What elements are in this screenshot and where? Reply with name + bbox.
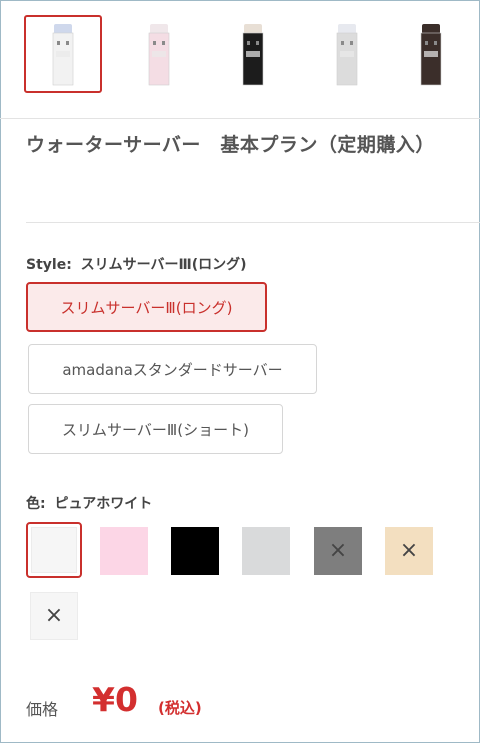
color-selected-value: ピュアホワイト [54, 496, 153, 512]
color-swatch[interactable] [171, 527, 219, 575]
water-server-image [148, 24, 170, 86]
product-thumbnail-server-gray[interactable] [308, 15, 386, 93]
water-server-image [336, 24, 358, 86]
product-title: ウォーターサーバー 基本プラン（定期購入） [26, 134, 435, 156]
color-swatch[interactable]: × [30, 592, 78, 640]
thumbnail-strip [24, 15, 464, 95]
style-button-label: スリムサーバーⅢ(ロング) [60, 298, 233, 317]
unavailable-x-icon: × [399, 538, 419, 563]
product-thumbnail-server-white[interactable] [24, 15, 102, 93]
color-label-text: 色: [26, 496, 46, 512]
style-button-slim-short[interactable]: スリムサーバーⅢ(ショート) [28, 404, 283, 454]
color-swatch[interactable] [242, 527, 290, 575]
unavailable-x-icon: × [44, 603, 64, 628]
color-swatch[interactable] [100, 527, 148, 575]
style-label-text: Style: [26, 257, 72, 273]
color-swatch[interactable]: × [385, 527, 433, 575]
swatch-color-chip [171, 527, 219, 575]
style-option-label: Style: スリムサーバーⅢ(ロング) [26, 254, 247, 274]
style-button-amadana-standard[interactable]: amadanaスタンダードサーバー [28, 344, 317, 394]
product-thumbnail-server-pink[interactable] [120, 15, 198, 93]
water-server-image [52, 24, 74, 86]
style-button-label: スリムサーバーⅢ(ショート) [62, 420, 249, 439]
color-swatch[interactable] [26, 522, 82, 578]
style-selected-value: スリムサーバーⅢ(ロング) [80, 257, 247, 273]
price-tax-note: (税込) [158, 699, 202, 717]
swatch-color-chip [31, 527, 77, 573]
swatch-color-chip [242, 527, 290, 575]
swatch-color-chip [100, 527, 148, 575]
color-option-label: 色: ピュアホワイト [26, 493, 152, 513]
divider [26, 222, 480, 223]
price-label: 価格 [26, 700, 59, 719]
product-thumbnail-server-brown[interactable] [392, 15, 470, 93]
water-server-image [420, 24, 442, 86]
price-value: ¥0 [92, 680, 138, 719]
water-server-image [242, 24, 264, 86]
style-button-slim-long[interactable]: スリムサーバーⅢ(ロング) [26, 282, 267, 332]
product-thumbnail-server-black[interactable] [214, 15, 292, 93]
color-swatch[interactable]: × [314, 527, 362, 575]
style-button-label: amadanaスタンダードサーバー [62, 360, 283, 379]
unavailable-x-icon: × [328, 538, 348, 563]
divider [0, 118, 480, 119]
